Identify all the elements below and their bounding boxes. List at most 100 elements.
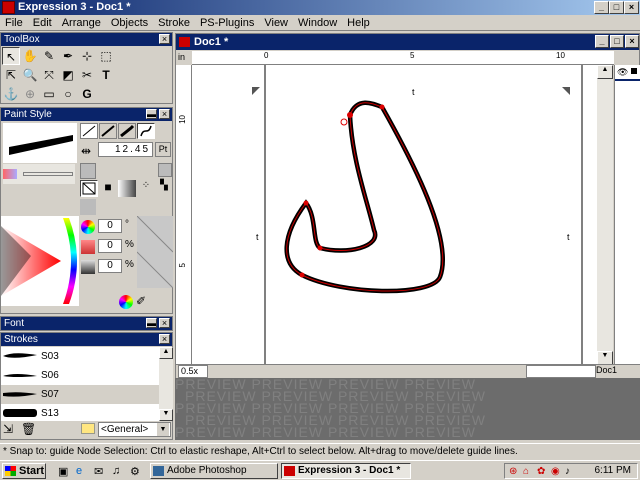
outlook-icon[interactable]: ✉ — [94, 465, 103, 478]
saturation-input[interactable]: 0 — [98, 239, 122, 253]
eye-icon[interactable]: 👁 — [617, 67, 628, 78]
menu-view[interactable]: View — [259, 15, 293, 31]
solid-fill-button[interactable]: ■ — [99, 180, 117, 197]
menu-ps-plugins[interactable]: PS-Plugins — [195, 15, 259, 31]
paint-style-panel: Paint Style ▬ × ⇹ 12.45 Pt ■ ⁘ ▚ 0 ° 0 %… — [0, 107, 173, 314]
strokes-list: S03 S06 S07 S13 — [1, 347, 159, 421]
subselect-tool-icon[interactable]: ⇱ — [2, 66, 20, 84]
pen-stroke-button[interactable] — [118, 123, 136, 139]
strokes-close-button[interactable]: × — [159, 334, 170, 344]
explorer-icon[interactable]: ⚙ — [130, 465, 140, 478]
doc-close-button[interactable]: × — [625, 35, 639, 48]
media-icon[interactable]: ♫ — [112, 465, 120, 477]
bezier-tool-icon[interactable]: ⤧ — [40, 66, 58, 84]
new-stroke-icon[interactable]: ⇲ — [3, 422, 13, 436]
gradient-fill-button[interactable] — [118, 180, 136, 197]
grab-tool-icon[interactable]: G — [78, 85, 96, 103]
ruler-tick-label: 10 — [556, 51, 565, 60]
app-title-bar: Expression 3 - Doc1 * _ □ × — [0, 0, 640, 15]
menu-edit[interactable]: Edit — [28, 15, 57, 31]
node-tool-icon[interactable]: ⊹ — [78, 47, 96, 65]
list-item[interactable]: S06 — [1, 366, 159, 385]
zoom-level[interactable]: 0.5x — [178, 365, 208, 378]
fill-option-swatch[interactable] — [80, 199, 96, 215]
close-button[interactable]: × — [624, 1, 639, 14]
rectangle-tool-icon[interactable]: ▭ — [40, 85, 58, 103]
menu-file[interactable]: File — [0, 15, 28, 31]
no-fill-button[interactable] — [80, 180, 98, 197]
paint-style-minimize-button[interactable]: ▬ — [146, 109, 157, 119]
font-close-button[interactable]: × — [159, 318, 170, 328]
stroke-swatch[interactable] — [158, 163, 172, 177]
thin-stroke-button[interactable] — [80, 123, 98, 139]
horizontal-scrollbar[interactable] — [526, 365, 596, 378]
menu-window[interactable]: Window — [293, 15, 342, 31]
layer-selected-row[interactable] — [615, 79, 640, 81]
anchor-tool-icon[interactable]: ⚓ — [2, 85, 20, 103]
list-item[interactable]: S13 — [1, 404, 159, 421]
stroke-width-input[interactable]: 12.45 — [98, 142, 153, 157]
menu-objects[interactable]: Objects — [106, 15, 153, 31]
text-tool-icon[interactable]: T — [97, 66, 115, 84]
trash-icon[interactable]: 🗑 — [21, 422, 36, 436]
tray-icon[interactable]: ✿ — [537, 465, 545, 479]
brightness-input[interactable]: 0 — [98, 259, 122, 273]
texture-fill-button[interactable]: ▚ — [156, 180, 172, 197]
list-item[interactable]: S03 — [1, 347, 159, 366]
volume-icon[interactable]: ♪ — [565, 465, 570, 479]
doc-maximize-button[interactable]: □ — [610, 35, 624, 48]
doc-minimize-button[interactable]: _ — [595, 35, 609, 48]
pointer-tool-icon[interactable]: ↖ — [2, 47, 20, 65]
opacity-slider[interactable] — [23, 172, 73, 176]
menu-stroke[interactable]: Stroke — [153, 15, 195, 31]
hand-tool-icon[interactable]: ✋ — [21, 47, 39, 65]
app-icon — [2, 1, 15, 14]
fill-swatch[interactable] — [80, 163, 96, 179]
strokes-scrollbar[interactable]: ▲ ▼ — [159, 347, 173, 421]
minimize-button[interactable]: _ — [594, 1, 609, 14]
desktop-icon[interactable]: ▣ — [58, 465, 68, 478]
magnify-tool-icon[interactable]: ⊕ — [21, 85, 39, 103]
ellipse-tool-icon[interactable]: ○ — [59, 85, 77, 103]
zoom-tool-icon[interactable]: 🔍 — [21, 66, 39, 84]
scroll-down-icon[interactable]: ▼ — [597, 351, 613, 365]
strokes-title: Strokes — [4, 334, 38, 345]
task-expression[interactable]: Expression 3 - Doc1 * — [281, 463, 411, 479]
eraser-tool-icon[interactable]: ◩ — [59, 66, 77, 84]
document-vertical-scrollbar[interactable]: ▲ ▼ — [597, 65, 613, 365]
scroll-down-icon[interactable]: ▼ — [159, 409, 173, 421]
tray-icon[interactable]: ⌂ — [523, 465, 529, 479]
marquee-tool-icon[interactable]: ⬚ — [97, 47, 115, 65]
tray-icon[interactable]: ⊛ — [509, 465, 517, 479]
thick-stroke-button[interactable] — [99, 123, 117, 139]
brightness-icon — [81, 260, 95, 274]
layer-color-swatch[interactable] — [631, 68, 637, 74]
menu-arrange[interactable]: Arrange — [57, 15, 106, 31]
scroll-up-icon[interactable]: ▲ — [159, 347, 173, 359]
font-minimize-button[interactable]: ▬ — [146, 318, 157, 328]
drawing-canvas[interactable]: t t t — [192, 65, 597, 364]
pattern-fill-button[interactable]: ⁘ — [137, 180, 155, 197]
scissors-tool-icon[interactable]: ✂ — [78, 66, 96, 84]
angle-input[interactable]: 0 — [98, 219, 122, 233]
scroll-up-icon[interactable]: ▲ — [597, 65, 613, 79]
paint-style-close-button[interactable]: × — [159, 109, 170, 119]
brush-tool-icon[interactable]: ✎ — [40, 47, 58, 65]
toolbox-close-button[interactable]: × — [159, 34, 170, 44]
color-mode-icon[interactable] — [119, 295, 133, 309]
color-triangle-picker[interactable] — [1, 216, 79, 306]
start-button[interactable]: Start — [2, 463, 46, 479]
eyedropper-icon[interactable]: ✐ — [136, 294, 146, 308]
list-item[interactable]: S07 — [1, 385, 159, 404]
task-photoshop[interactable]: Adobe Photoshop — [150, 463, 278, 479]
stroke-category-select[interactable]: <General> ▼ — [98, 422, 171, 437]
menu-help[interactable]: Help — [342, 15, 375, 31]
folder-icon[interactable] — [81, 423, 95, 434]
chevron-down-icon[interactable]: ▼ — [157, 423, 169, 436]
skeletal-stroke-button[interactable] — [137, 123, 155, 139]
browser-icon[interactable]: e — [76, 465, 82, 477]
tray-icon[interactable]: ◉ — [551, 465, 560, 479]
pen-tool-icon[interactable]: ✒ — [59, 47, 77, 65]
stroke-width-unit[interactable]: Pt — [155, 142, 171, 157]
maximize-button[interactable]: □ — [609, 1, 624, 14]
